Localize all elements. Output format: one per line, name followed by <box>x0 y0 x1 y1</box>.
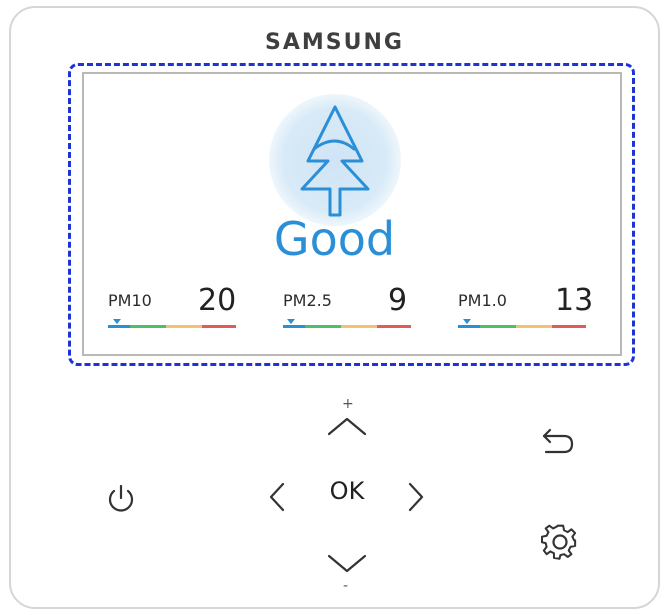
pm1-value: 13 <box>555 283 594 318</box>
tree-icon <box>300 105 370 217</box>
air-quality-status: Good <box>273 212 396 266</box>
pm10-scale-bar <box>108 325 236 328</box>
pm1-level-marker <box>463 319 471 324</box>
chevron-right-icon[interactable] <box>404 480 428 514</box>
chevron-left-icon[interactable] <box>265 480 289 514</box>
pm1-label: PM1.0 <box>458 291 507 310</box>
brand-logo: SAMSUNG <box>265 30 404 55</box>
pm25-label: PM2.5 <box>283 291 332 310</box>
pm10-label: PM10 <box>108 291 152 310</box>
minus-sign: - <box>343 578 349 594</box>
power-icon[interactable] <box>104 482 138 516</box>
chevron-up-icon[interactable] <box>325 414 369 438</box>
pm10-value: 20 <box>198 283 237 318</box>
ok-button[interactable]: OK <box>322 477 372 505</box>
pm25-value: 9 <box>388 283 408 318</box>
pm10-level-marker <box>113 319 121 324</box>
chevron-down-icon[interactable] <box>325 552 369 576</box>
pm1-scale-bar <box>458 325 586 328</box>
pm25-scale-bar <box>283 325 411 328</box>
gear-icon[interactable] <box>540 522 580 562</box>
back-arrow-icon[interactable] <box>538 424 578 458</box>
pm25-level-marker <box>287 319 295 324</box>
plus-sign: + <box>342 396 354 412</box>
